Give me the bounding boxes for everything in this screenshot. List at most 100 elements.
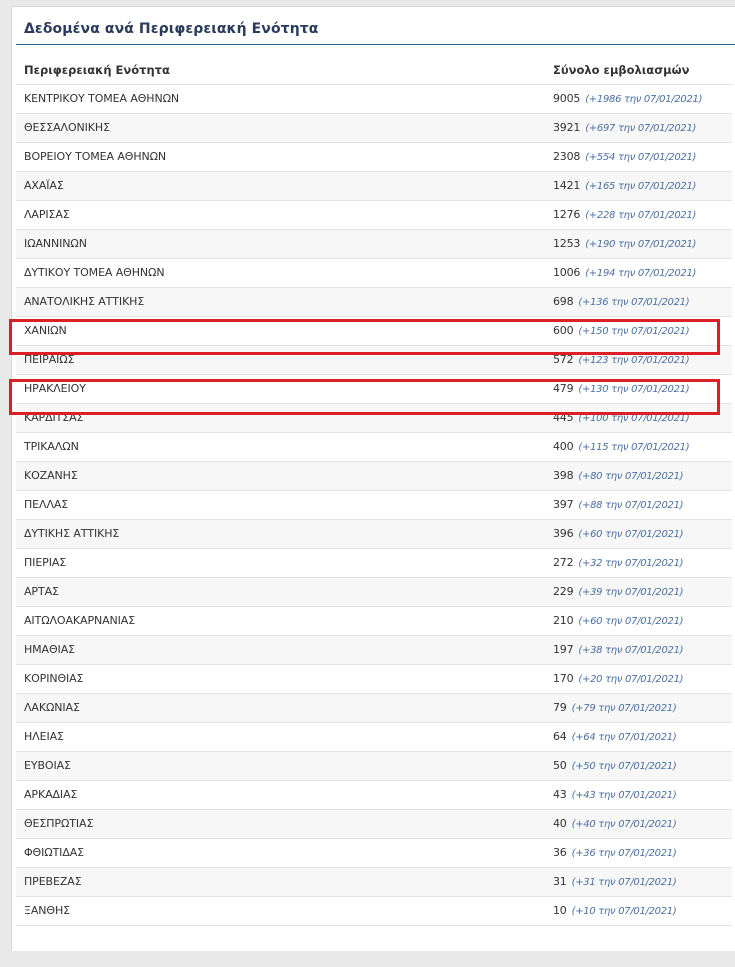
region-name: ΛΑΚΩΝΙΑΣ xyxy=(24,701,80,714)
region-total: 572 (+123 την 07/01/2021) xyxy=(553,353,690,366)
total-value: 1276 xyxy=(553,208,581,221)
daily-change: (+130 την 07/01/2021) xyxy=(578,384,690,395)
total-value: 229 xyxy=(553,585,574,598)
region-name: ΠΡΕΒΕΖΑΣ xyxy=(24,875,82,888)
total-value: 197 xyxy=(553,643,574,656)
column-header-total: Σύνολο εμβολιασμών xyxy=(553,63,690,77)
daily-change: (+64 την 07/01/2021) xyxy=(571,732,677,743)
table-header: Περιφερειακή Ενότητα Σύνολο εμβολιασμών xyxy=(16,59,732,85)
region-name: ΔΥΤΙΚΟΥ ΤΟΜΕΑ ΑΘΗΝΩΝ xyxy=(24,266,165,279)
total-value: 400 xyxy=(553,440,574,453)
daily-change: (+136 την 07/01/2021) xyxy=(578,297,690,308)
table-row: ΚΑΡΔΙΤΣΑΣ 445 (+100 την 07/01/2021) xyxy=(16,404,732,433)
total-value: 2308 xyxy=(553,150,581,163)
region-name: ΚΕΝΤΡΙΚΟΥ ΤΟΜΕΑ ΑΘΗΝΩΝ xyxy=(24,92,180,105)
table-row: ΦΘΙΩΤΙΔΑΣ 36 (+36 την 07/01/2021) xyxy=(16,839,732,868)
region-total: 397 (+88 την 07/01/2021) xyxy=(553,498,684,511)
total-value: 170 xyxy=(553,672,574,685)
table-row: ΔΥΤΙΚΗΣ ΑΤΤΙΚΗΣ 396 (+60 την 07/01/2021) xyxy=(16,520,732,549)
table-row: ΛΑΡΙΣΑΣ 1276 (+228 την 07/01/2021) xyxy=(16,201,732,230)
table-row: ΗΜΑΘΙΑΣ 197 (+38 την 07/01/2021) xyxy=(16,636,732,665)
region-name: ΗΜΑΘΙΑΣ xyxy=(24,643,75,656)
region-total: 396 (+60 την 07/01/2021) xyxy=(553,527,684,540)
region-name: ΚΑΡΔΙΤΣΑΣ xyxy=(24,411,84,424)
region-name: ΑΧΑΪΑΣ xyxy=(24,179,64,192)
daily-change: (+194 την 07/01/2021) xyxy=(585,268,697,279)
region-total: 79 (+79 την 07/01/2021) xyxy=(553,701,677,714)
region-total: 31 (+31 την 07/01/2021) xyxy=(553,875,677,888)
region-name: ΗΛΕΙΑΣ xyxy=(24,730,64,743)
region-total: 600 (+150 την 07/01/2021) xyxy=(553,324,690,337)
total-value: 397 xyxy=(553,498,574,511)
region-total: 210 (+60 την 07/01/2021) xyxy=(553,614,684,627)
table-row: ΘΕΣΣΑΛΟΝΙΚΗΣ 3921 (+697 την 07/01/2021) xyxy=(16,114,732,143)
region-name: ΔΥΤΙΚΗΣ ΑΤΤΙΚΗΣ xyxy=(24,527,120,540)
column-header-region: Περιφερειακή Ενότητα xyxy=(24,63,170,77)
total-value: 1253 xyxy=(553,237,581,250)
total-value: 600 xyxy=(553,324,574,337)
total-value: 31 xyxy=(553,875,567,888)
table-row: ΙΩΑΝΝΙΝΩΝ 1253 (+190 την 07/01/2021) xyxy=(16,230,732,259)
region-name: ΠΕΙΡΑΙΩΣ xyxy=(24,353,75,366)
region-total: 43 (+43 την 07/01/2021) xyxy=(553,788,677,801)
region-total: 1276 (+228 την 07/01/2021) xyxy=(553,208,696,221)
region-total: 2308 (+554 την 07/01/2021) xyxy=(553,150,696,163)
region-name: ΧΑΝΙΩΝ xyxy=(24,324,67,337)
region-total: 3921 (+697 την 07/01/2021) xyxy=(553,121,696,134)
table-row: ΒΟΡΕΙΟΥ ΤΟΜΕΑ ΑΘΗΝΩΝ 2308 (+554 την 07/01/… xyxy=(16,143,732,172)
region-total: 64 (+64 την 07/01/2021) xyxy=(553,730,677,743)
total-value: 272 xyxy=(553,556,574,569)
region-total: 10 (+10 την 07/01/2021) xyxy=(553,904,677,917)
region-name: ΕΥΒΟΙΑΣ xyxy=(24,759,71,772)
daily-change: (+697 την 07/01/2021) xyxy=(585,123,697,134)
region-total: 40 (+40 την 07/01/2021) xyxy=(553,817,677,830)
daily-change: (+190 την 07/01/2021) xyxy=(585,239,697,250)
daily-change: (+36 την 07/01/2021) xyxy=(571,848,677,859)
region-name: ΑΡΤΑΣ xyxy=(24,585,59,598)
total-value: 3921 xyxy=(553,121,581,134)
table-row: ΔΥΤΙΚΟΥ ΤΟΜΕΑ ΑΘΗΝΩΝ 1006 (+194 την 07/01/… xyxy=(16,259,732,288)
daily-change: (+32 την 07/01/2021) xyxy=(578,558,684,569)
daily-change: (+79 την 07/01/2021) xyxy=(571,703,677,714)
total-value: 50 xyxy=(553,759,567,772)
table-row: ΑΙΤΩΛΟΑΚΑΡΝΑΝΙΑΣ 210 (+60 την 07/01/2021) xyxy=(16,607,732,636)
total-value: 479 xyxy=(553,382,574,395)
total-value: 79 xyxy=(553,701,567,714)
daily-change: (+50 την 07/01/2021) xyxy=(571,761,677,772)
region-total: 50 (+50 την 07/01/2021) xyxy=(553,759,677,772)
total-value: 40 xyxy=(553,817,567,830)
region-total: 170 (+20 την 07/01/2021) xyxy=(553,672,684,685)
region-name: ΠΙΕΡΙΑΣ xyxy=(24,556,67,569)
daily-change: (+60 την 07/01/2021) xyxy=(578,529,684,540)
table-row: ΑΡΚΑΔΙΑΣ 43 (+43 την 07/01/2021) xyxy=(16,781,732,810)
table-row: ΚΟΡΙΝΘΙΑΣ 170 (+20 την 07/01/2021) xyxy=(16,665,732,694)
table-row: ΠΡΕΒΕΖΑΣ 31 (+31 την 07/01/2021) xyxy=(16,868,732,897)
region-name: ΗΡΑΚΛΕΙΟΥ xyxy=(24,382,86,395)
table-row: ΠΕΛΛΑΣ 397 (+88 την 07/01/2021) xyxy=(16,491,732,520)
daily-change: (+39 την 07/01/2021) xyxy=(578,587,684,598)
region-name: ΑΙΤΩΛΟΑΚΑΡΝΑΝΙΑΣ xyxy=(24,614,136,627)
total-value: 210 xyxy=(553,614,574,627)
table-row: ΠΕΙΡΑΙΩΣ 572 (+123 την 07/01/2021) xyxy=(16,346,732,375)
daily-change: (+60 την 07/01/2021) xyxy=(578,616,684,627)
total-value: 1006 xyxy=(553,266,581,279)
daily-change: (+80 την 07/01/2021) xyxy=(578,471,684,482)
daily-change: (+100 την 07/01/2021) xyxy=(578,413,690,424)
region-total: 445 (+100 την 07/01/2021) xyxy=(553,411,690,424)
table-row: ΗΛΕΙΑΣ 64 (+64 την 07/01/2021) xyxy=(16,723,732,752)
total-value: 9005 xyxy=(553,92,581,105)
region-name: ΙΩΑΝΝΙΝΩΝ xyxy=(24,237,87,250)
daily-change: (+31 την 07/01/2021) xyxy=(571,877,677,888)
table-row: ΘΕΣΠΡΩΤΙΑΣ 40 (+40 την 07/01/2021) xyxy=(16,810,732,839)
title-divider xyxy=(16,44,735,45)
region-total: 197 (+38 την 07/01/2021) xyxy=(553,643,684,656)
region-name: ΒΟΡΕΙΟΥ ΤΟΜΕΑ ΑΘΗΝΩΝ xyxy=(24,150,167,163)
total-value: 398 xyxy=(553,469,574,482)
table-row: ΚΟΖΑΝΗΣ 398 (+80 την 07/01/2021) xyxy=(16,462,732,491)
daily-change: (+228 την 07/01/2021) xyxy=(585,210,697,221)
region-name: ΞΑΝΘΗΣ xyxy=(24,904,70,917)
total-value: 396 xyxy=(553,527,574,540)
regional-data-panel: Δεδομένα ανά Περιφερειακή Ενότητα Περιφε… xyxy=(11,6,735,951)
table-row: ΞΑΝΘΗΣ 10 (+10 την 07/01/2021) xyxy=(16,897,732,926)
region-name: ΤΡΙΚΑΛΩΝ xyxy=(24,440,79,453)
